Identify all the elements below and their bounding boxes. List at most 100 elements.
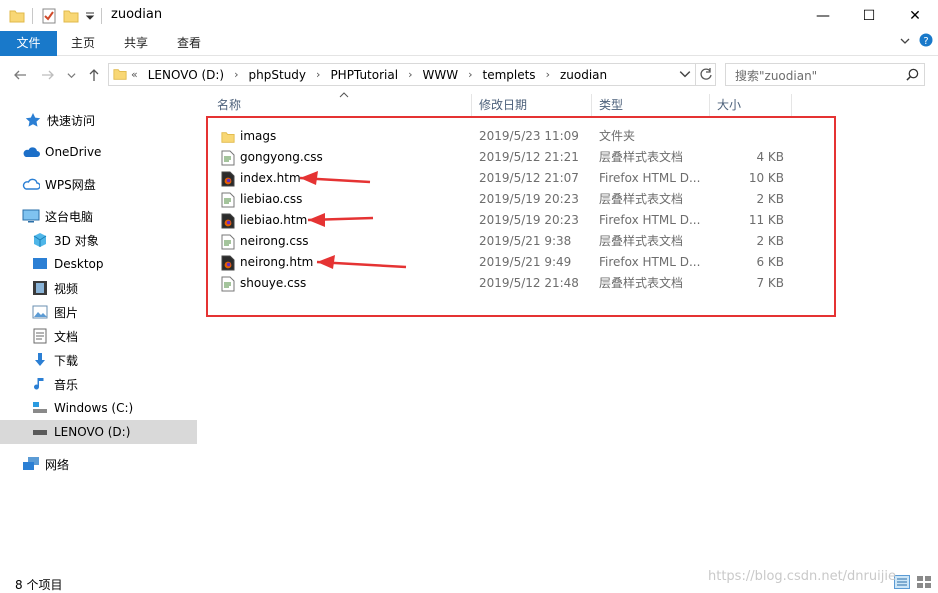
sidebar-item-desktop[interactable]: Desktop <box>0 252 197 276</box>
tab-share[interactable]: 共享 <box>114 31 158 56</box>
refresh-button[interactable] <box>699 67 713 84</box>
sidebar-item-label: 图片 <box>54 305 79 320</box>
red-arrow-neirong-head <box>317 255 335 269</box>
sidebar-item-music[interactable]: 音乐 <box>0 372 197 396</box>
expand-ribbon-button[interactable] <box>896 31 914 56</box>
arrow-right-icon <box>42 70 54 80</box>
details-view-icon <box>894 575 910 589</box>
breadcrumb-phptutorial[interactable]: PHPTutorial <box>327 68 401 82</box>
quick-access-toolbar <box>9 6 25 26</box>
forward-button[interactable] <box>38 65 58 85</box>
breadcrumb-www[interactable]: WWW <box>419 68 461 82</box>
sidebar-item-label: 下载 <box>54 353 79 368</box>
title-separator <box>101 8 102 24</box>
arrow-up-icon <box>89 69 99 81</box>
documents-icon <box>31 328 49 344</box>
sidebar-item-3d-objects[interactable]: 3D 对象 <box>0 228 197 252</box>
search-box[interactable]: 搜索"zuodian" <box>725 63 925 86</box>
customize-toolbar-button[interactable] <box>85 6 95 26</box>
sidebar-item-label: Windows (C:) <box>54 401 134 415</box>
tab-view[interactable]: 查看 <box>167 31 211 56</box>
breadcrumb-separator[interactable]: › <box>539 68 557 81</box>
sidebar-item-label: 音乐 <box>54 377 79 392</box>
sidebar-item-downloads[interactable]: 下载 <box>0 348 197 372</box>
tab-home[interactable]: 主页 <box>61 31 105 56</box>
red-arrow-index-head <box>300 171 318 185</box>
breadcrumb-zuodian[interactable]: zuodian <box>557 68 610 82</box>
close-button[interactable]: ✕ <box>892 0 938 31</box>
breadcrumb-separator[interactable]: › <box>227 68 245 81</box>
music-icon <box>31 376 49 392</box>
folder-icon <box>113 69 127 80</box>
window-title: zuodian <box>111 7 163 22</box>
address-separator <box>695 63 696 86</box>
sidebar-item-network[interactable]: 网络 <box>0 452 197 476</box>
sidebar-item-label: 这台电脑 <box>45 209 94 224</box>
maximize-button[interactable]: ☐ <box>846 0 892 31</box>
cloud-icon <box>22 144 40 160</box>
large-icons-view-icon <box>917 576 931 588</box>
checklist-icon <box>42 8 56 24</box>
breadcrumb-separator[interactable]: › <box>461 68 479 81</box>
breadcrumb-phpstudy[interactable]: phpStudy <box>246 68 310 82</box>
sidebar-item-this-pc[interactable]: 这台电脑 <box>0 204 197 228</box>
breadcrumb-overflow[interactable]: « <box>131 68 145 81</box>
sidebar-item-label: 3D 对象 <box>54 233 99 248</box>
desktop-icon <box>31 256 49 272</box>
minimize-button[interactable]: — <box>800 0 846 31</box>
search-icon[interactable] <box>906 68 919 81</box>
pictures-icon <box>31 304 49 320</box>
sidebar-item-pictures[interactable]: 图片 <box>0 300 197 324</box>
sidebar-item-label: WPS网盘 <box>45 177 96 192</box>
details-view-button[interactable] <box>894 575 910 592</box>
sidebar-item-windows-c[interactable]: Windows (C:) <box>0 396 197 420</box>
sidebar-item-label: Desktop <box>54 257 104 271</box>
address-dropdown-button[interactable] <box>679 68 691 83</box>
wps-cloud-icon <box>22 176 40 192</box>
breadcrumb: « LENOVO (D:) › phpStudy › PHPTutorial ›… <box>131 64 610 85</box>
computer-icon <box>22 208 40 224</box>
breadcrumb-separator[interactable]: › <box>401 68 419 81</box>
drive-d-icon <box>31 424 49 440</box>
item-count: 8 个项目 <box>15 578 63 592</box>
tab-file[interactable]: 文件 <box>0 31 57 56</box>
red-arrow-liebiao-head <box>308 213 325 227</box>
search-input[interactable]: 搜索"zuodian" <box>735 67 817 84</box>
chevron-down-icon <box>66 72 76 78</box>
navigation-pane: 快速访问 OneDrive WPS网盘 这台电脑 3D 对象 Desktop 视… <box>0 94 200 568</box>
video-icon <box>31 280 49 296</box>
watermark: https://blog.csdn.net/dnruijie <box>708 569 896 584</box>
up-button[interactable] <box>84 65 104 85</box>
properties-button[interactable] <box>41 6 57 26</box>
network-icon <box>22 456 40 472</box>
recent-locations-button[interactable] <box>63 65 79 85</box>
arrow-left-icon <box>14 70 26 80</box>
sidebar-item-label: 快速访问 <box>47 113 96 128</box>
large-icons-view-button[interactable] <box>916 575 932 592</box>
breadcrumb-templets[interactable]: templets <box>479 68 538 82</box>
chevron-down-icon <box>679 71 691 78</box>
annotation-arrows <box>299 171 407 269</box>
sidebar-item-onedrive[interactable]: OneDrive <box>0 140 197 164</box>
breadcrumb-lenovo[interactable]: LENOVO (D:) <box>145 68 227 82</box>
sidebar-item-label: 文档 <box>54 329 79 344</box>
address-bar[interactable]: « LENOVO (D:) › phpStudy › PHPTutorial ›… <box>108 63 716 86</box>
sidebar-item-documents[interactable]: 文档 <box>0 324 197 348</box>
new-folder-button[interactable] <box>63 6 79 26</box>
sidebar-item-label: OneDrive <box>45 145 102 159</box>
help-icon: ? <box>919 33 933 47</box>
back-button[interactable] <box>10 65 30 85</box>
sidebar-item-wps[interactable]: WPS网盘 <box>0 172 197 196</box>
dropdown-arrow-icon <box>85 12 95 20</box>
help-button[interactable]: ? <box>918 31 934 56</box>
new-folder-icon <box>63 10 79 23</box>
refresh-icon <box>700 68 712 80</box>
chevron-down-icon <box>900 38 910 44</box>
download-icon <box>31 352 49 368</box>
sidebar-item-lenovo-d[interactable]: LENOVO (D:) <box>0 420 197 444</box>
sidebar-item-videos[interactable]: 视频 <box>0 276 197 300</box>
sidebar-item-quick-access[interactable]: 快速访问 <box>0 108 197 132</box>
breadcrumb-separator[interactable]: › <box>309 68 327 81</box>
star-icon <box>24 112 42 128</box>
ribbon-tabs: 文件 主页 共享 查看 ? <box>0 31 938 56</box>
